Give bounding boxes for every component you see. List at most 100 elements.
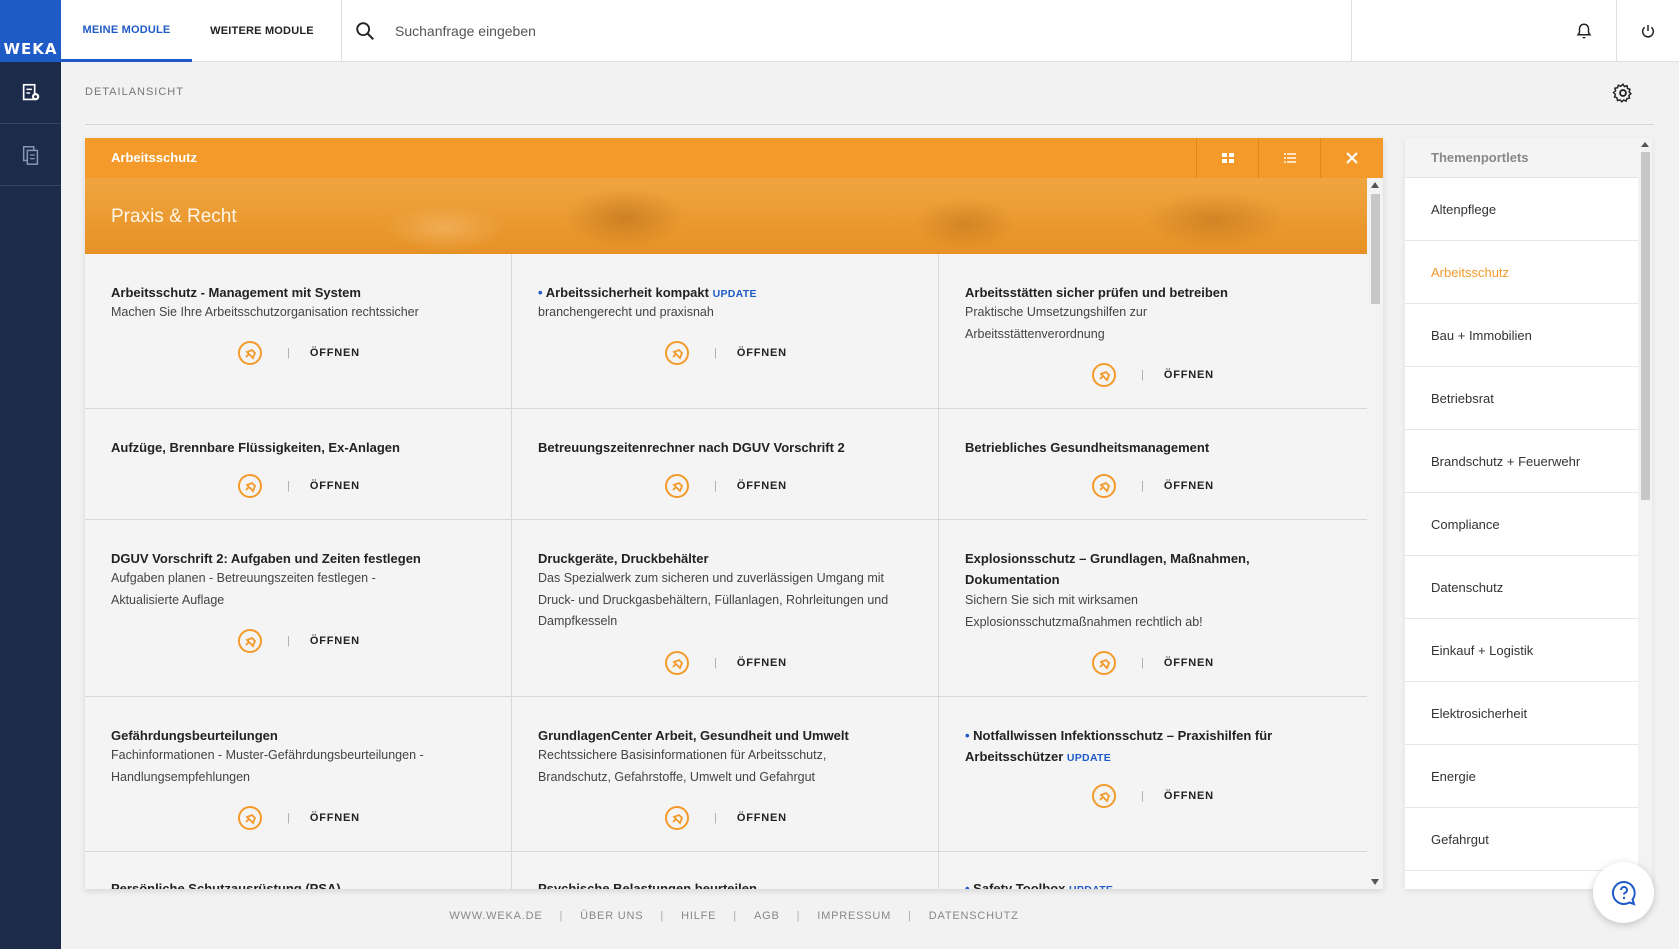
pin-icon[interactable] — [664, 473, 690, 499]
sidebar-scrollbar[interactable] — [1638, 138, 1652, 889]
open-button[interactable]: ÖFFNEN — [1164, 790, 1214, 802]
sidebar-item[interactable]: Brandschutz + Feuerwehr — [1405, 430, 1638, 493]
pin-icon[interactable] — [237, 628, 263, 654]
pin-icon[interactable] — [664, 650, 690, 676]
open-button[interactable]: ÖFFNEN — [310, 812, 360, 824]
pin-icon[interactable] — [237, 805, 263, 831]
search-icon[interactable] — [354, 20, 376, 42]
module-title[interactable]: Betreuungszeitenrechner nach DGUV Vorsch… — [538, 437, 908, 458]
module-title[interactable]: GrundlagenCenter Arbeit, Gesundheit und … — [538, 725, 908, 746]
open-button[interactable]: ÖFFNEN — [737, 347, 787, 359]
footer: WWW.WEKA.DE | ÜBER UNS | HILFE | AGB | IMPRE… — [85, 910, 1383, 922]
sidebar-item[interactable]: Elektrosicherheit — [1405, 682, 1638, 745]
top-bar: MEINE MODULE WEITERE MODULE — [61, 0, 1679, 62]
open-button[interactable]: ÖFFNEN — [737, 657, 787, 669]
divider — [85, 124, 1654, 125]
grid-view-button[interactable] — [1196, 138, 1258, 178]
tab-meine-module[interactable]: MEINE MODULE — [61, 0, 192, 62]
weka-logo[interactable]: WEKA — [0, 0, 61, 62]
open-button[interactable]: ÖFFNEN — [737, 480, 787, 492]
module-description: Rechtssichere Basisinformationen für Arb… — [538, 748, 827, 784]
footer-link-ueber-uns[interactable]: ÜBER UNS — [580, 910, 643, 922]
notification-bell-icon[interactable] — [1572, 19, 1596, 43]
module-title[interactable]: DGUV Vorschrift 2: Aufgaben und Zeiten f… — [111, 548, 481, 569]
sidebar-item[interactable]: Einkauf + Logistik — [1405, 619, 1638, 682]
footer-link-weka[interactable]: WWW.WEKA.DE — [449, 910, 542, 922]
module-grid: Arbeitsschutz - Management mit System Ma… — [85, 254, 1367, 889]
module-card: • Notfallwissen Infektionsschutz – Praxi… — [939, 697, 1367, 851]
footer-link-hilfe[interactable]: HILFE — [681, 910, 716, 922]
footer-link-impressum[interactable]: IMPRESSUM — [817, 910, 891, 922]
module-title[interactable]: Persönliche Schutzausrüstung (PSA) — [111, 878, 481, 889]
module-card: Explosionsschutz – Grundlagen, Maßnahmen… — [939, 520, 1367, 696]
module-title[interactable]: Druckgeräte, Druckbehälter — [538, 548, 908, 569]
footer-link-agb[interactable]: AGB — [754, 910, 780, 922]
module-card: • Safety Toolbox UPDATE — [939, 852, 1367, 889]
pin-icon[interactable] — [664, 340, 690, 366]
module-title[interactable]: Betriebliches Gesundheitsmanagement — [965, 437, 1335, 458]
sidebar-item[interactable]: Datenschutz — [1405, 556, 1638, 619]
sidebar-item[interactable]: Compliance — [1405, 493, 1638, 556]
open-button[interactable]: ÖFFNEN — [310, 635, 360, 647]
module-title[interactable]: Arbeitsstätten sicher prüfen und betreib… — [965, 282, 1335, 303]
scrollbar-thumb[interactable] — [1371, 194, 1380, 304]
sidebar-item[interactable]: Bau + Immobilien — [1405, 304, 1638, 367]
module-title[interactable]: Arbeitsschutz - Management mit System — [111, 282, 481, 303]
footer-link-datenschutz[interactable]: DATENSCHUTZ — [929, 910, 1019, 922]
grid-scrollbar[interactable] — [1367, 178, 1383, 889]
sidebar-item-active[interactable]: Arbeitsschutz — [1405, 241, 1638, 304]
open-button[interactable]: ÖFFNEN — [737, 812, 787, 824]
pin-icon[interactable] — [1091, 362, 1117, 388]
update-badge: UPDATE — [1069, 884, 1113, 889]
module-title[interactable]: Explosionsschutz – Grundlagen, Maßnahmen… — [965, 548, 1275, 590]
panel-title: Arbeitsschutz — [111, 150, 197, 165]
pin-icon[interactable] — [1091, 783, 1117, 809]
footer-separator: | — [660, 910, 665, 922]
scroll-up-icon[interactable] — [1371, 182, 1379, 188]
banner-title: Praxis & Recht — [111, 206, 237, 227]
pin-icon[interactable] — [1091, 650, 1117, 676]
pin-icon[interactable] — [664, 805, 690, 831]
module-title[interactable]: Aufzüge, Brennbare Flüssigkeiten, Ex-Anl… — [111, 437, 481, 458]
open-button[interactable]: ÖFFNEN — [310, 347, 360, 359]
module-title[interactable]: Gefährdungsbeurteilungen — [111, 725, 481, 746]
module-actions: | ÖFFNEN — [1091, 783, 1214, 809]
pin-icon[interactable] — [1091, 473, 1117, 499]
module-card: Betreuungszeitenrechner nach DGUV Vorsch… — [512, 409, 938, 519]
help-chat-button[interactable] — [1593, 862, 1654, 923]
page-label: DETAILANSICHT — [85, 86, 184, 98]
rail-button-documents[interactable] — [0, 124, 61, 186]
open-button[interactable]: ÖFFNEN — [1164, 657, 1214, 669]
close-panel-button[interactable] — [1320, 138, 1382, 178]
sidebar-item[interactable]: Betriebsrat — [1405, 367, 1638, 430]
module-card: Psychische Belastungen beurteilen — [512, 852, 938, 889]
module-actions: | ÖFFNEN — [237, 805, 360, 831]
module-actions: | ÖFFNEN — [664, 805, 787, 831]
search-input[interactable] — [395, 17, 895, 45]
scroll-down-icon[interactable] — [1371, 879, 1379, 885]
open-button[interactable]: ÖFFNEN — [310, 480, 360, 492]
power-icon[interactable] — [1636, 19, 1660, 43]
module-card: DGUV Vorschrift 2: Aufgaben und Zeiten f… — [85, 520, 511, 696]
pin-icon[interactable] — [237, 473, 263, 499]
open-button[interactable]: ÖFFNEN — [1164, 369, 1214, 381]
pin-icon[interactable] — [237, 340, 263, 366]
update-badge: UPDATE — [712, 288, 757, 300]
module-panel: Arbeitsschutz Praxis & Recht Arbeitsschu… — [85, 138, 1383, 889]
sidebar-item[interactable]: Energie — [1405, 745, 1638, 808]
sidebar-item[interactable]: Altenpflege — [1405, 178, 1638, 241]
module-title[interactable]: • Safety Toolbox UPDATE — [965, 878, 1335, 889]
rail-button-my-modules[interactable] — [0, 62, 61, 124]
scrollbar-thumb[interactable] — [1641, 152, 1650, 500]
scroll-up-icon[interactable] — [1641, 142, 1649, 147]
module-title[interactable]: • Notfallwissen Infektionsschutz – Praxi… — [965, 725, 1315, 769]
module-actions: | ÖFFNEN — [664, 473, 787, 499]
sidebar-item[interactable]: Gefahrgut — [1405, 808, 1638, 871]
list-view-button[interactable] — [1258, 138, 1320, 178]
module-card: Druckgeräte, Druckbehälter Das Spezialwe… — [512, 520, 938, 696]
module-actions: | ÖFFNEN — [237, 473, 360, 499]
module-title[interactable]: Psychische Belastungen beurteilen — [538, 878, 908, 889]
gear-icon[interactable] — [1612, 82, 1634, 104]
open-button[interactable]: ÖFFNEN — [1164, 480, 1214, 492]
tab-weitere-module[interactable]: WEITERE MODULE — [192, 0, 332, 62]
